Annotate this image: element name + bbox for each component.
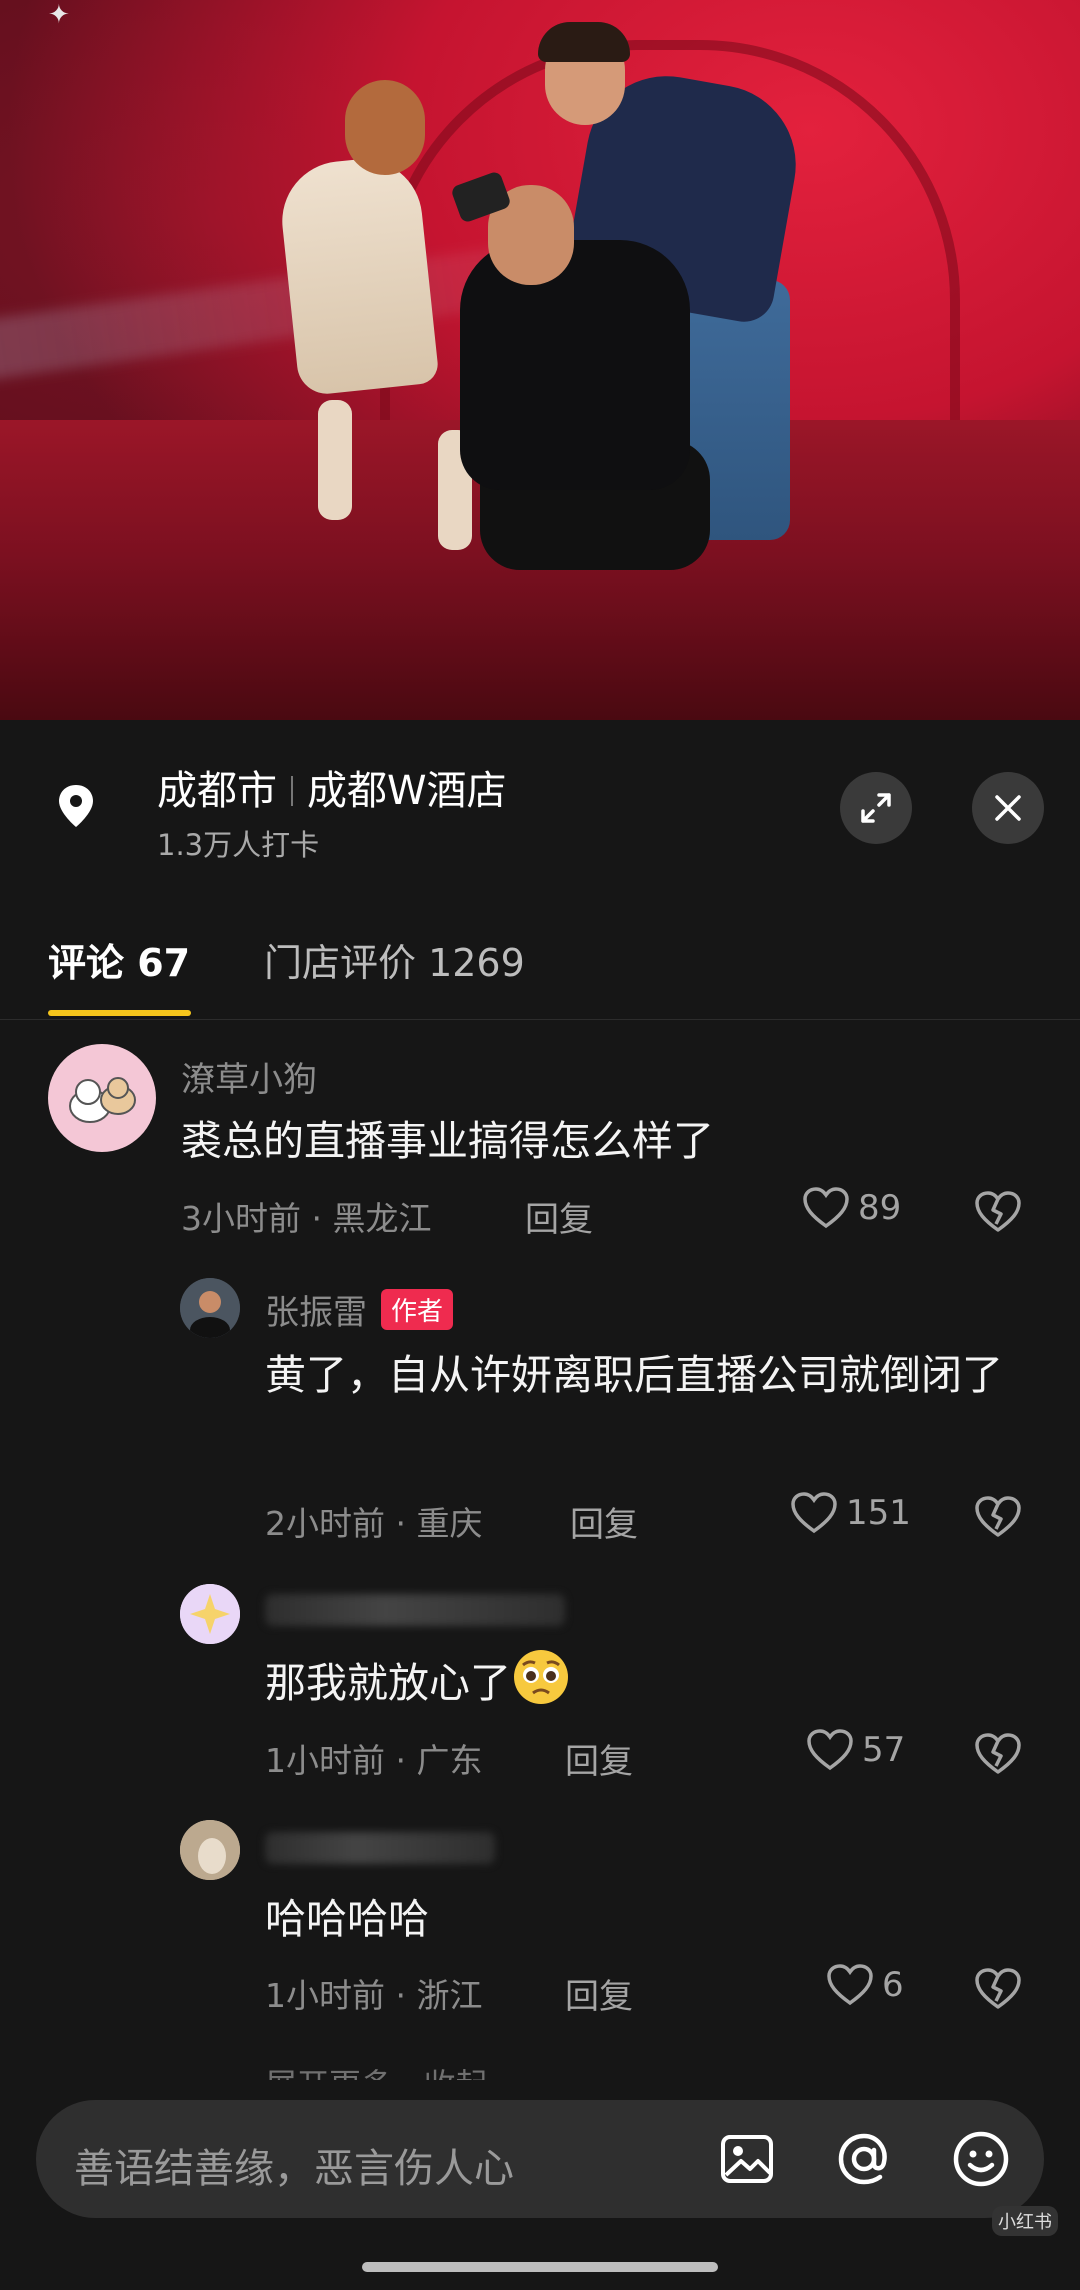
pleading-face-emoji-icon [514,1650,568,1704]
comment-time-region: 1小时前 · 浙江 [265,1976,483,2015]
reply-button[interactable]: 回复 [565,1969,633,2018]
avatar[interactable] [180,1278,240,1338]
like-button[interactable]: 151 [790,1491,911,1535]
close-button[interactable] [972,772,1044,844]
comment-input-bar[interactable]: 善语结善缘，恶言伤人心 [36,2100,1044,2218]
username-blurred [265,1832,495,1864]
comment-time-region: 3小时前 · 黑龙江 [181,1199,432,1238]
location-place[interactable]: 成都W酒店 [307,768,507,814]
sparkle-icon: ✦ [48,0,70,30]
location-pin-icon [59,785,93,827]
mention-icon[interactable] [833,2128,895,2190]
comment-username[interactable]: 潦草小狗 [181,1052,317,1101]
like-button[interactable]: 89 [802,1186,901,1230]
comment-input-placeholder[interactable]: 善语结善缘，恶言伤人心 [74,2136,514,2194]
person-left-head [345,80,425,175]
like-button[interactable]: 57 [806,1728,905,1772]
avatar[interactable] [180,1584,240,1644]
avatar[interactable] [48,1044,156,1152]
like-count: 57 [862,1730,906,1770]
location-city[interactable]: 成都市 [157,768,277,814]
image-icon[interactable] [716,2128,778,2190]
author-name[interactable]: 张振雷 [265,1293,367,1333]
watermark-logo: 小红书 [992,2206,1058,2236]
post-photo[interactable]: ✦ [0,0,1080,720]
heart-icon [803,1187,849,1229]
comment-text-content: 那我就放心了 [265,1659,511,1707]
reply-button[interactable]: 回复 [565,1734,633,1783]
location-separator [291,776,293,806]
expand-icon [861,793,891,823]
expand-button[interactable] [840,772,912,844]
username-blurred [265,1594,565,1626]
expand-more-replies[interactable]: 展开更多 · 收起 [265,2060,488,2080]
cartoon-dogs-avatar-icon [69,1077,136,1123]
dislike-broken-heart-icon[interactable] [974,1190,1022,1234]
reply-button[interactable]: 回复 [525,1192,593,1241]
like-count: 151 [846,1493,911,1533]
comment-text: 那我就放心了 [265,1647,965,1716]
man-photo-avatar-icon [180,1278,240,1338]
heart-icon [807,1729,853,1771]
comment-text: 黄了，自从许妍离职后直播公司就倒闭了 [265,1351,1003,1399]
dislike-broken-heart-icon[interactable] [974,1732,1022,1776]
comment-time-region: 1小时前 · 广东 [265,1741,483,1780]
like-count: 89 [858,1188,902,1228]
location-title[interactable]: 成都市 成都W酒店 [157,758,507,816]
tab-divider [0,1019,1080,1020]
person-right-hair [538,22,630,62]
active-tab-indicator [48,1010,191,1016]
home-indicator[interactable] [362,2262,718,2272]
photo-avatar-icon [180,1820,240,1880]
like-count: 6 [882,1965,904,2005]
person-center-body [460,240,690,490]
comment-time-region: 2小时前 · 重庆 [265,1504,483,1543]
tab-store-reviews[interactable]: 门店评价 1269 [264,932,525,987]
dislike-broken-heart-icon[interactable] [974,1495,1022,1539]
comment-text: 裘总的直播事业搞得怎么样了 [181,1117,714,1165]
avatar[interactable] [180,1820,240,1880]
tab-comments[interactable]: 评论 67 [48,932,190,987]
checkin-count: 1.3万人打卡 [157,828,320,862]
sparkle-avatar-icon [180,1584,240,1644]
emoji-icon[interactable] [950,2128,1012,2190]
heart-icon [827,1964,873,2006]
like-button[interactable]: 6 [826,1963,904,2007]
close-icon [995,795,1021,821]
comment-username[interactable]: 张振雷 作者 [265,1285,454,1334]
dislike-broken-heart-icon[interactable] [974,1967,1022,2011]
person-left-legs [318,380,472,550]
heart-icon [791,1492,837,1534]
author-badge: 作者 [381,1289,454,1330]
comment-text: 哈哈哈哈 [265,1895,429,1943]
reply-button[interactable]: 回复 [570,1497,638,1546]
